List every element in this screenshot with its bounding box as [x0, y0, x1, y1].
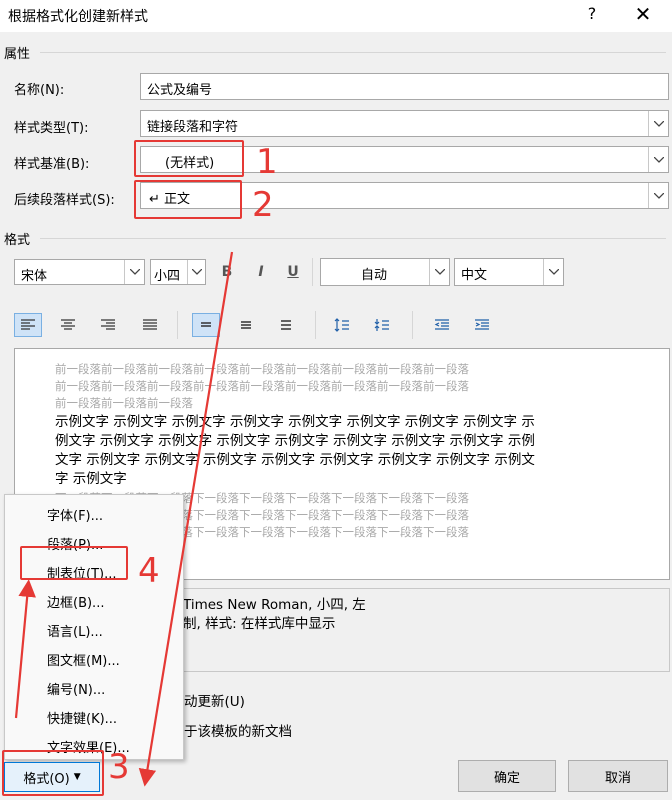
- annotation-arrow: [14, 579, 36, 719]
- annotation-arrows: [14, 251, 234, 787]
- annotation-arrow: [138, 251, 234, 787]
